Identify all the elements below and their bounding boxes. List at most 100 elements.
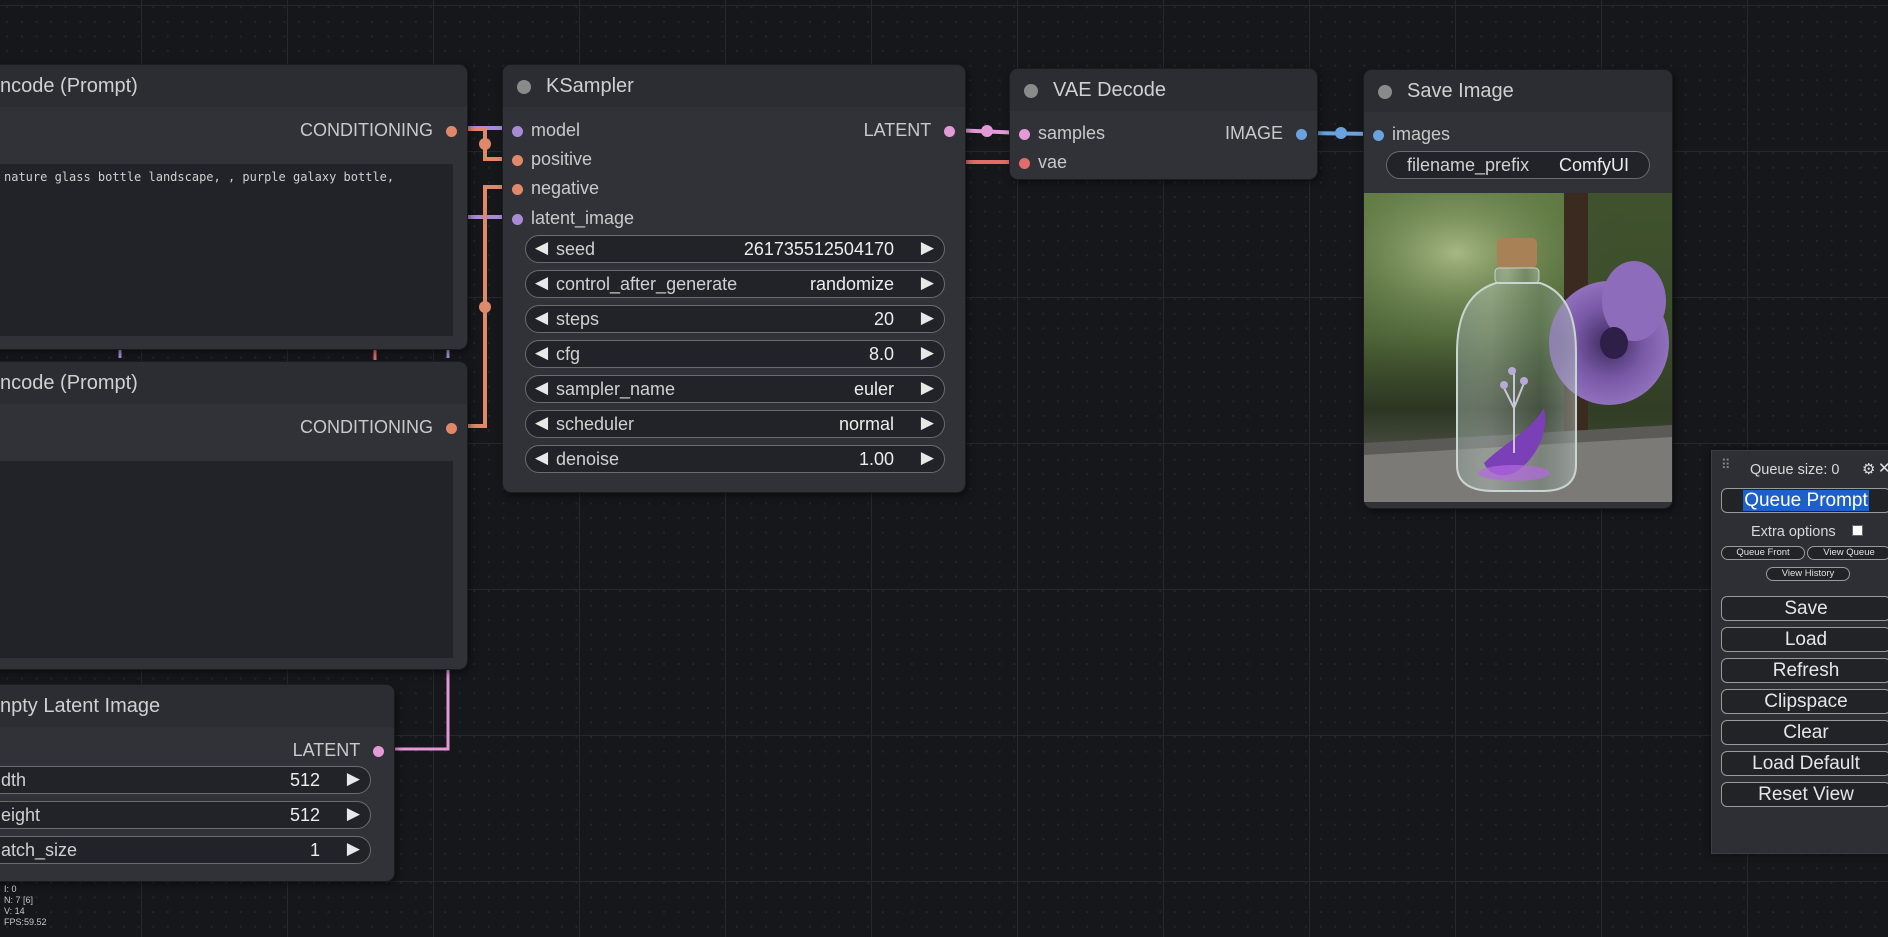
queue-prompt-button[interactable]: Queue Prompt [1721, 488, 1888, 513]
increment-arrow-icon[interactable]: ▶ [347, 804, 360, 824]
input-slot-dot[interactable] [1373, 129, 1384, 141]
widget-value: 8.0 [868, 344, 894, 364]
negative-input[interactable]: negative [512, 177, 599, 199]
node-title-bar[interactable]: Save Image [1364, 70, 1672, 112]
collapse-dot-icon[interactable] [1024, 84, 1038, 98]
width-widget[interactable]: dth 512 ▶ [0, 766, 371, 794]
latent-output[interactable]: LATENT [293, 739, 384, 761]
stat-fps: FPS:59.52 [4, 917, 47, 927]
filename-prefix-widget[interactable]: filename_prefix ComfyUI [1386, 151, 1650, 179]
input-slot-dot[interactable] [512, 125, 523, 137]
increment-arrow-icon[interactable]: ▶ [921, 448, 934, 468]
clip-text-encode-negative-node[interactable]: ncode (Prompt) CONDITIONING [0, 362, 467, 669]
increment-arrow-icon[interactable]: ▶ [347, 839, 360, 859]
view-history-button[interactable]: View History [1766, 567, 1850, 581]
close-icon[interactable]: ✕ [1878, 459, 1888, 477]
decrement-arrow-icon[interactable]: ◀ [535, 238, 548, 258]
increment-arrow-icon[interactable]: ▶ [921, 343, 934, 363]
samples-input[interactable]: samples [1019, 122, 1105, 144]
node-title-bar[interactable]: KSampler [503, 65, 965, 107]
vae-decode-node[interactable]: VAE Decode samples vae IMAGE [1010, 69, 1317, 179]
collapse-dot-icon[interactable] [1378, 85, 1392, 99]
scheduler-widget[interactable]: ◀ scheduler normal ▶ [525, 410, 945, 438]
empty-latent-image-node[interactable]: npty Latent Image LATENT dth 512 ▶ eight… [0, 685, 394, 881]
input-slot-dot[interactable] [1019, 128, 1030, 140]
positive-input[interactable]: positive [512, 148, 592, 170]
batch-size-widget[interactable]: atch_size 1 ▶ [0, 836, 371, 864]
model-input[interactable]: model [512, 119, 580, 141]
decrement-arrow-icon[interactable]: ◀ [535, 343, 548, 363]
decrement-arrow-icon[interactable]: ◀ [535, 308, 548, 328]
output-slot-dot[interactable] [446, 125, 457, 137]
ksampler-node[interactable]: KSampler model positive negative latent_… [503, 65, 965, 492]
decrement-arrow-icon[interactable]: ◀ [535, 448, 548, 468]
increment-arrow-icon[interactable]: ▶ [921, 273, 934, 293]
seed-widget[interactable]: ◀ seed 261735512504170 ▶ [525, 235, 945, 263]
increment-arrow-icon[interactable]: ▶ [347, 769, 360, 789]
widget-value: 512 [289, 770, 320, 790]
view-queue-button[interactable]: View Queue [1807, 546, 1888, 560]
node-title: ncode (Prompt) [0, 75, 138, 97]
vae-input[interactable]: vae [1019, 151, 1067, 173]
conditioning-output[interactable]: CONDITIONING [300, 416, 457, 438]
node-title-bar[interactable]: VAE Decode [1010, 69, 1317, 111]
prompt-text-area[interactable]: nature glass bottle landscape, , purple … [0, 164, 453, 336]
increment-arrow-icon[interactable]: ▶ [921, 378, 934, 398]
cfg-widget[interactable]: ◀ cfg 8.0 ▶ [525, 340, 945, 368]
clip-text-encode-positive-node[interactable]: ncode (Prompt) CONDITIONING nature glass… [0, 65, 467, 349]
prompt-text-area[interactable] [0, 461, 453, 658]
widget-label: denoise [556, 449, 620, 469]
latent-output[interactable]: LATENT [864, 119, 955, 141]
increment-arrow-icon[interactable]: ▶ [921, 238, 934, 258]
widget-label: atch_size [1, 840, 78, 860]
queue-front-button[interactable]: Queue Front [1721, 546, 1805, 560]
clear-button[interactable]: Clear [1721, 720, 1888, 745]
increment-arrow-icon[interactable]: ▶ [921, 308, 934, 328]
input-label: model [531, 120, 581, 140]
input-slot-dot[interactable] [512, 183, 523, 195]
input-slot-dot[interactable] [1019, 157, 1030, 169]
load-button[interactable]: Load [1721, 627, 1888, 652]
input-slot-dot[interactable] [512, 213, 523, 225]
conditioning-output[interactable]: CONDITIONING [300, 119, 457, 141]
widget-label: scheduler [556, 414, 635, 434]
collapse-dot-icon[interactable] [517, 80, 531, 94]
images-input[interactable]: images [1373, 123, 1450, 145]
output-slot-dot[interactable] [446, 422, 457, 434]
node-title-bar[interactable]: ncode (Prompt) [0, 65, 467, 107]
input-label: vae [1038, 152, 1068, 172]
steps-widget[interactable]: ◀ steps 20 ▶ [525, 305, 945, 333]
denoise-widget[interactable]: ◀ denoise 1.00 ▶ [525, 445, 945, 473]
save-image-node[interactable]: Save Image images filename_prefix ComfyU… [1364, 70, 1672, 508]
extra-options-checkbox[interactable] [1852, 525, 1863, 536]
latent-image-input[interactable]: latent_image [512, 207, 634, 229]
decrement-arrow-icon[interactable]: ◀ [535, 378, 548, 398]
image-output[interactable]: IMAGE [1225, 122, 1307, 144]
decrement-arrow-icon[interactable]: ◀ [535, 413, 548, 433]
save-button[interactable]: Save [1721, 596, 1888, 621]
refresh-button[interactable]: Refresh [1721, 658, 1888, 683]
queue-prompt-label: Queue Prompt [1743, 490, 1869, 511]
node-title: Save Image [1407, 80, 1514, 102]
output-slot-dot[interactable] [944, 125, 955, 137]
queue-menu-panel[interactable]: ⠿ Queue size: 0 ⚙ ✕ Queue Prompt Extra o… [1711, 450, 1888, 854]
clear-label: Clear [1783, 722, 1829, 743]
node-title-bar[interactable]: npty Latent Image [0, 685, 394, 727]
drag-handle-icon[interactable]: ⠿ [1721, 457, 1730, 473]
stat-n: N: 7 [6] [4, 895, 34, 905]
clipspace-button[interactable]: Clipspace [1721, 689, 1888, 714]
load-default-button[interactable]: Load Default [1721, 751, 1888, 776]
reset-view-button[interactable]: Reset View [1721, 782, 1888, 807]
glass-bottle-with-purple-flower-image[interactable] [1364, 193, 1672, 502]
output-slot-dot[interactable] [373, 745, 384, 757]
sampler-name-widget[interactable]: ◀ sampler_name euler ▶ [525, 375, 945, 403]
output-label: CONDITIONING [299, 417, 433, 437]
output-slot-dot[interactable] [1296, 128, 1307, 140]
input-slot-dot[interactable] [512, 154, 523, 166]
decrement-arrow-icon[interactable]: ◀ [535, 273, 548, 293]
increment-arrow-icon[interactable]: ▶ [921, 413, 934, 433]
node-title-bar[interactable]: ncode (Prompt) [0, 362, 467, 404]
control-after-generate-widget[interactable]: ◀ control_after_generate randomize ▶ [525, 270, 945, 298]
gear-icon[interactable]: ⚙ [1862, 460, 1875, 478]
height-widget[interactable]: eight 512 ▶ [0, 801, 371, 829]
